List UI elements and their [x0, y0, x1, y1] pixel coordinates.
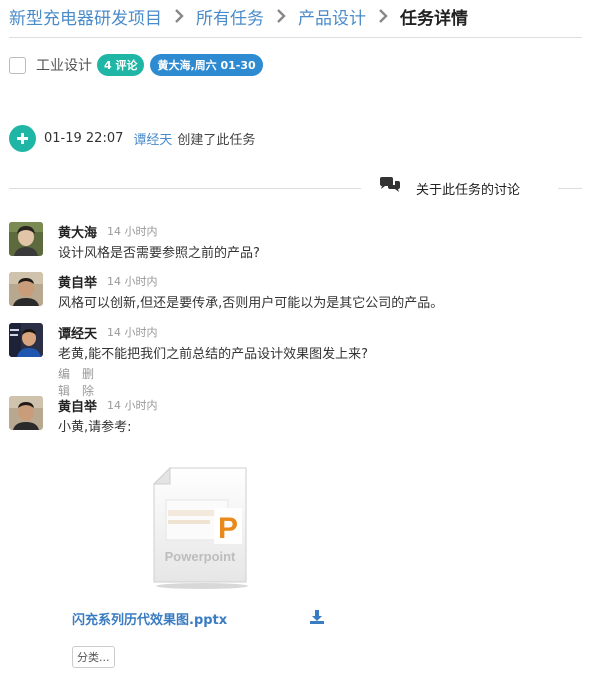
comment-time: 14 小时内 [107, 275, 158, 288]
activity-user-link[interactable]: 谭经天 [133, 129, 172, 148]
avatar[interactable] [9, 323, 43, 357]
category-button[interactable]: 分类... [72, 646, 115, 668]
chat-bubbles-icon [378, 176, 402, 200]
comment-author[interactable]: 谭经天 [58, 323, 97, 342]
comment-body: 老黄,能不能把我们之前总结的产品设计效果图发上来? [58, 347, 369, 362]
chevron-right-icon [270, 5, 292, 27]
chevron-right-icon [372, 5, 394, 27]
edit-comment-link[interactable]: 编辑 [58, 365, 70, 399]
avatar[interactable] [9, 222, 43, 256]
discussion-divider-left [9, 188, 361, 189]
comment-author[interactable]: 黄自举 [58, 396, 97, 415]
attachment-thumbnail[interactable]: P Powerpoint [152, 466, 252, 594]
comment-actions: 编辑 删除 [58, 365, 94, 399]
breadcrumb: 新型充电器研发项目 所有任务 产品设计 任务详情 [9, 4, 468, 29]
task-complete-checkbox[interactable] [9, 56, 26, 74]
discussion-header: 关于此任务的讨论 [378, 177, 520, 199]
discussion-title: 关于此任务的讨论 [416, 182, 521, 198]
comment-body: 小黄,请参考: [58, 420, 132, 435]
breadcrumb-all-tasks-link[interactable]: 所有任务 [196, 4, 264, 29]
avatar[interactable] [9, 272, 43, 306]
activity-time: 01-19 22:07 [44, 130, 124, 146]
activity-entry: 01-19 22:07 谭经天 创建了此任务 [9, 124, 255, 152]
breadcrumb-project-link[interactable]: 新型充电器研发项目 [9, 4, 162, 29]
avatar[interactable] [9, 396, 43, 430]
breadcrumb-product-design-link[interactable]: 产品设计 [298, 4, 366, 29]
comment-body: 设计风格是否需要参照之前的产品? [58, 246, 260, 261]
assignee-due-badge[interactable]: 黄大海,周六 01-30 [150, 54, 263, 76]
breadcrumb-current: 任务详情 [400, 8, 468, 29]
download-icon[interactable] [309, 609, 325, 625]
header-divider [9, 37, 582, 38]
plus-icon [9, 124, 36, 152]
activity-text: 创建了此任务 [177, 132, 256, 148]
thumbnail-label: Powerpoint [165, 549, 236, 564]
delete-comment-link[interactable]: 删除 [82, 365, 94, 399]
attachment-file-name[interactable]: 闪充系列历代效果图.pptx [72, 609, 227, 628]
comment-time: 14 小时内 [107, 399, 158, 412]
comment-time: 14 小时内 [107, 225, 158, 238]
comment-author[interactable]: 黄自举 [58, 272, 97, 291]
comment-author[interactable]: 黄大海 [58, 222, 97, 241]
comment-time: 14 小时内 [107, 326, 158, 339]
task-title[interactable]: 工业设计 [36, 55, 92, 75]
comment-count-badge: 4 评论 [97, 54, 145, 76]
chevron-right-icon [168, 5, 190, 27]
thumbnail-letter: P [218, 512, 238, 545]
task-header: 工业设计 4 评论 黄大海,周六 01-30 [9, 53, 263, 77]
discussion-divider-right [558, 188, 582, 189]
comment-body: 风格可以创新,但还是要传承,否则用户可能以为是其它公司的产品。 [58, 296, 444, 311]
